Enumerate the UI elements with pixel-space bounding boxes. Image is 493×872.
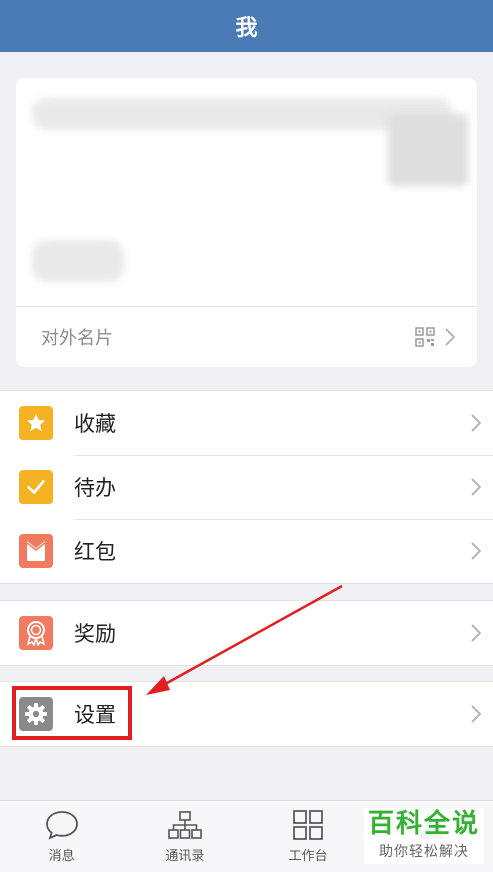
qr-code-icon bbox=[415, 327, 435, 347]
tab-messages[interactable]: 消息 bbox=[0, 801, 123, 872]
business-card-row[interactable]: 对外名片 bbox=[16, 307, 477, 367]
menu-label: 奖励 bbox=[74, 622, 116, 646]
red-envelope-icon bbox=[19, 534, 53, 568]
tab-label: 工作台 bbox=[288, 849, 328, 864]
tab-label: 通讯录 bbox=[165, 849, 205, 864]
menu-group-1: 收藏 待办 红包 bbox=[0, 390, 493, 584]
chevron-right-icon bbox=[471, 624, 481, 642]
award-medal-icon bbox=[19, 616, 53, 650]
page-title: 我 bbox=[235, 16, 258, 41]
menu-label: 收藏 bbox=[74, 412, 116, 436]
blurred-avatar bbox=[388, 114, 468, 186]
chevron-right-icon bbox=[471, 542, 481, 560]
menu-label: 设置 bbox=[74, 703, 116, 727]
tab-workbench[interactable]: 工作台 bbox=[247, 801, 370, 872]
org-chart-icon bbox=[168, 811, 202, 839]
grid-icon bbox=[293, 810, 323, 840]
tab-contacts[interactable]: 通讯录 bbox=[123, 801, 246, 872]
checkmark-icon bbox=[19, 470, 53, 504]
chevron-right-icon bbox=[471, 705, 481, 723]
watermark-subtitle: 助你轻松解决 bbox=[379, 844, 469, 860]
menu-label: 待办 bbox=[74, 476, 116, 500]
menu-item-rewards[interactable]: 奖励 bbox=[0, 601, 493, 665]
menu-group-2: 奖励 bbox=[0, 600, 493, 666]
star-icon bbox=[19, 406, 53, 440]
top-bar: 我 bbox=[0, 0, 493, 52]
business-card-label: 对外名片 bbox=[41, 328, 113, 349]
menu-item-favorites[interactable]: 收藏 bbox=[0, 391, 493, 455]
watermark-title: 百科全说 bbox=[367, 809, 480, 839]
blurred-user-info bbox=[32, 240, 124, 282]
chevron-right-icon bbox=[471, 478, 481, 496]
chevron-right-icon bbox=[445, 328, 455, 346]
profile-card[interactable]: 对外名片 bbox=[16, 78, 477, 367]
menu-label: 红包 bbox=[74, 540, 116, 564]
menu-item-todo[interactable]: 待办 bbox=[0, 455, 493, 519]
settings-highlight-box bbox=[12, 686, 132, 740]
menu-item-red-packet[interactable]: 红包 bbox=[0, 519, 493, 583]
chat-bubble-icon bbox=[45, 811, 78, 840]
chevron-right-icon bbox=[471, 414, 481, 432]
watermark: 百科全说 助你轻松解决 bbox=[364, 808, 484, 864]
tab-label: 消息 bbox=[48, 849, 75, 864]
